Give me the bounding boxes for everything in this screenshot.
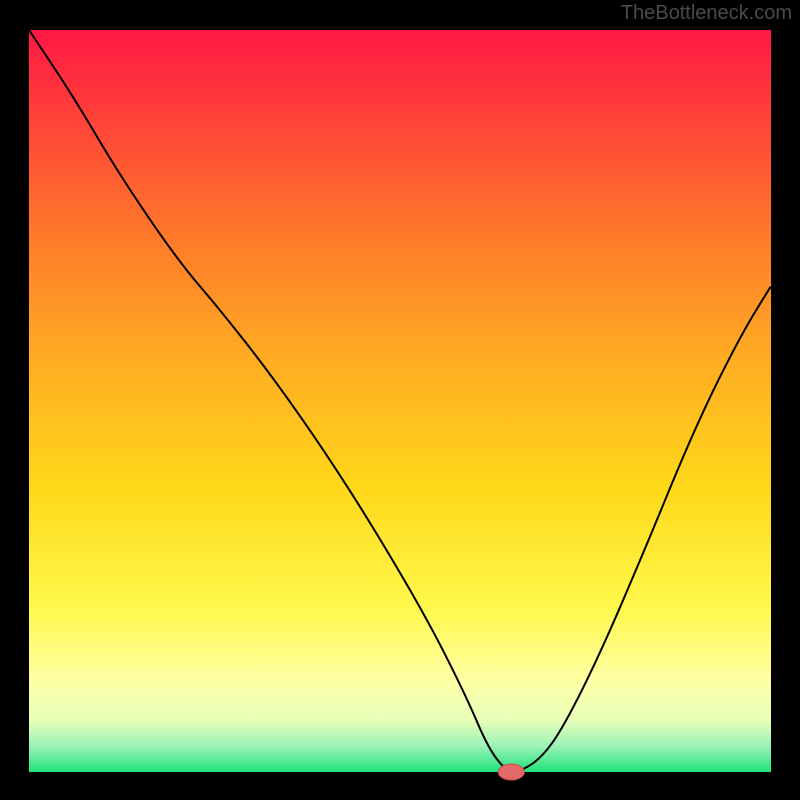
min-bottleneck-marker <box>498 764 524 780</box>
attribution-text: TheBottleneck.com <box>621 2 792 25</box>
plot-background <box>29 30 771 772</box>
bottleneck-chart <box>0 0 800 800</box>
